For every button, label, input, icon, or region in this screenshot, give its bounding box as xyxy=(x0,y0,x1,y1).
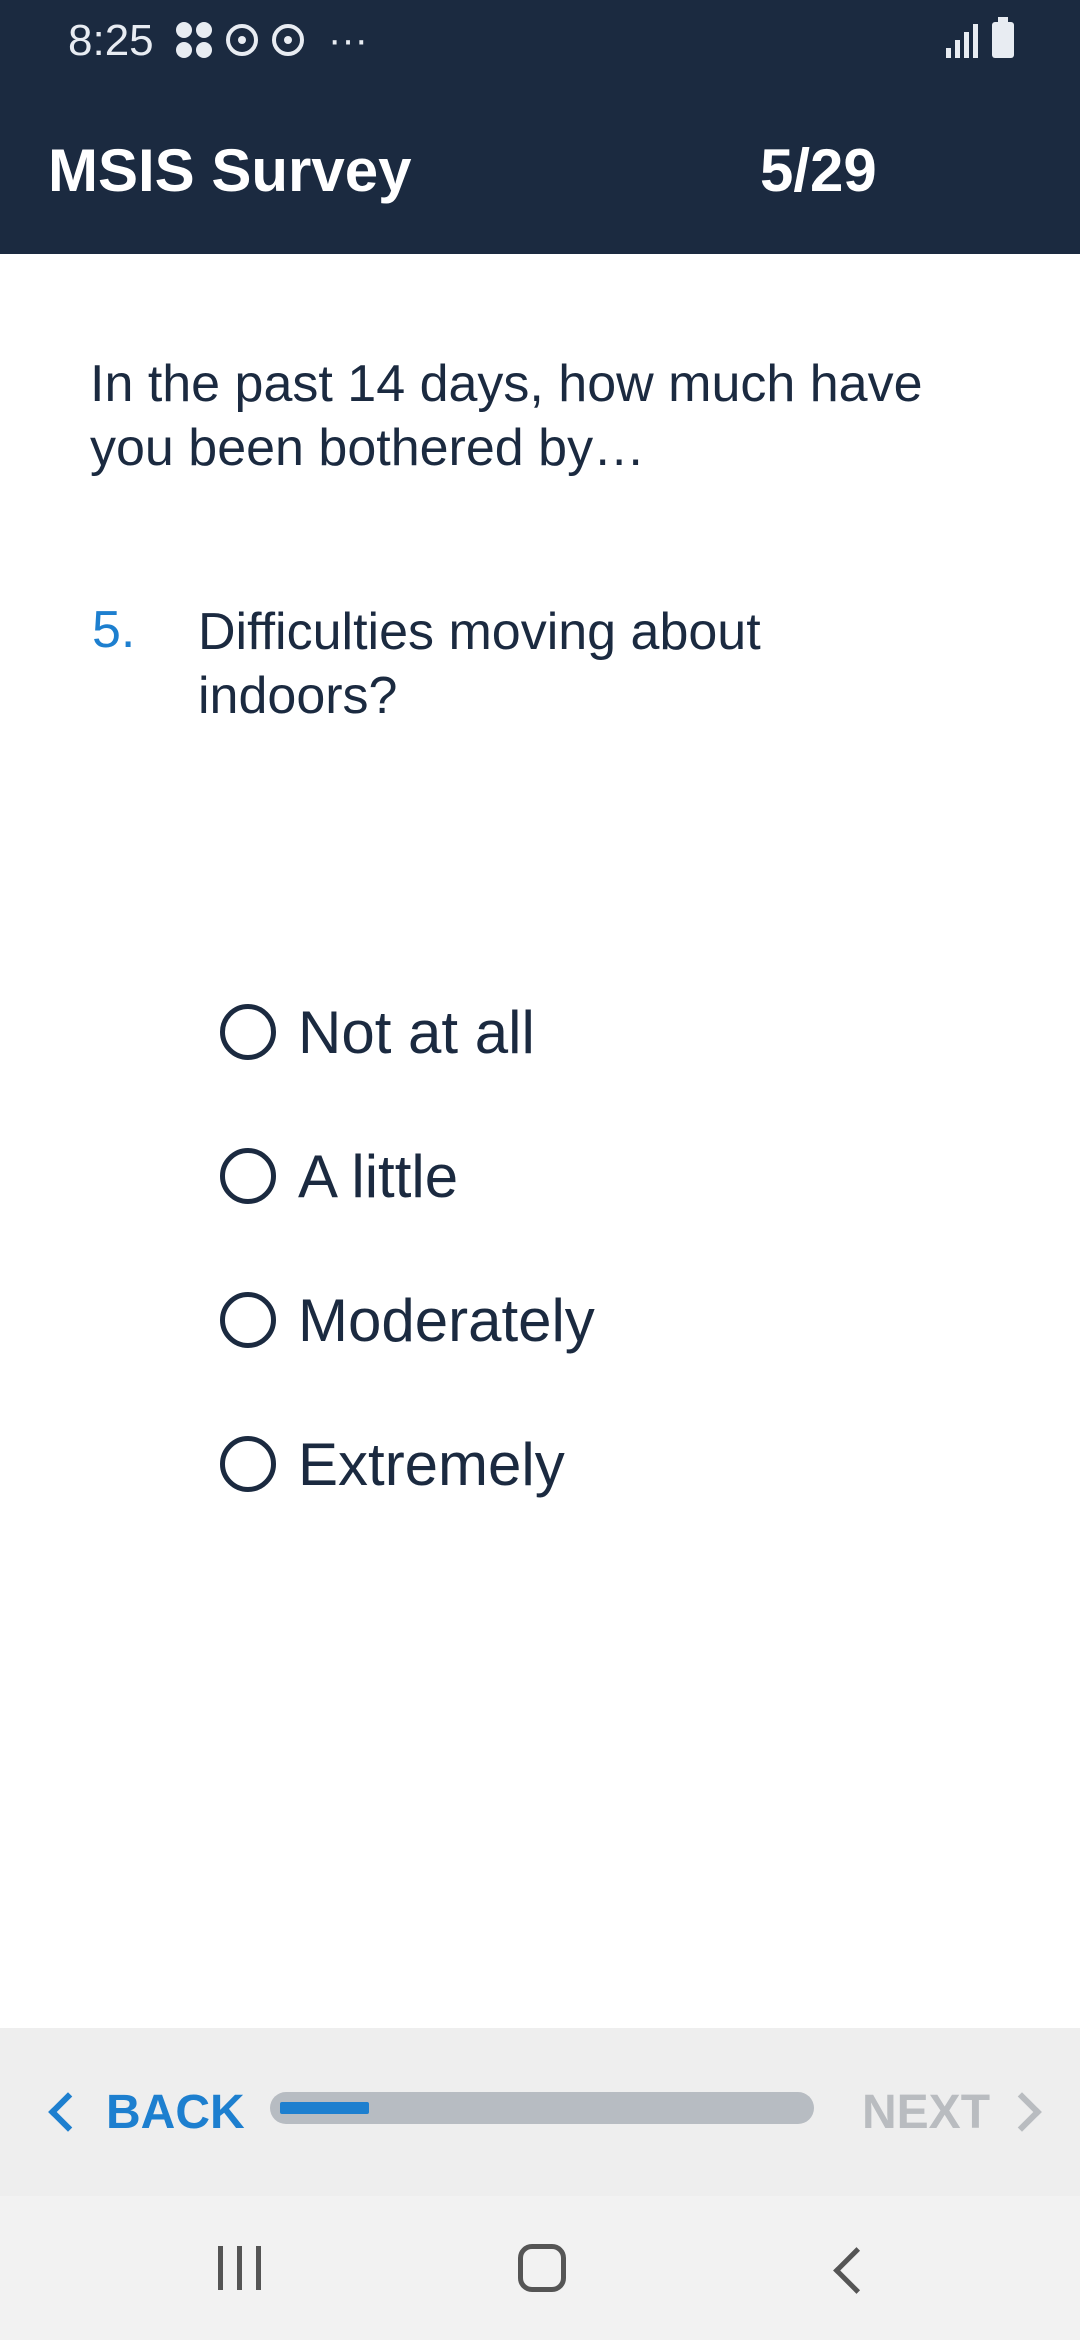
question-counter: 5/29 xyxy=(760,137,877,204)
option-label: Moderately xyxy=(298,1286,595,1354)
radio-button-icon[interactable] xyxy=(220,1148,276,1204)
sync-icon xyxy=(272,24,304,56)
back-button[interactable]: BACK xyxy=(48,2078,245,2146)
option-not-at-all[interactable]: Not at all xyxy=(220,960,595,1104)
battery-icon xyxy=(992,17,1014,58)
system-nav-bar xyxy=(0,2196,1080,2340)
app-header: 8:25 ··· MSIS Survey 5/29 xyxy=(0,0,1080,254)
next-button[interactable]: NEXT xyxy=(862,2078,1042,2146)
option-label: A little xyxy=(298,1142,459,1210)
option-extremely[interactable]: Extremely xyxy=(220,1392,595,1536)
radio-button-icon[interactable] xyxy=(220,1004,276,1060)
status-icons: ··· xyxy=(176,18,368,62)
option-moderately[interactable]: Moderately xyxy=(220,1248,595,1392)
back-label: BACK xyxy=(106,2085,245,2139)
next-label: NEXT xyxy=(862,2085,991,2139)
question-text: Difficulties moving about indoors? xyxy=(198,603,761,725)
home-icon[interactable] xyxy=(518,2244,566,2292)
more-icon: ··· xyxy=(328,18,368,62)
status-time: 8:25 xyxy=(68,16,154,65)
option-a-little[interactable]: A little xyxy=(220,1104,595,1248)
radio-button-icon[interactable] xyxy=(220,1436,276,1492)
question-number: 5. xyxy=(92,601,136,659)
system-back-icon[interactable] xyxy=(833,2247,880,2294)
chevron-right-icon xyxy=(1002,2092,1042,2132)
apps-icon xyxy=(176,22,212,58)
option-label: Not at all xyxy=(298,998,535,1066)
option-label: Extremely xyxy=(298,1430,565,1498)
answer-options: Not at all A little Moderately Extremely xyxy=(220,960,595,1536)
page-title: MSIS Survey xyxy=(48,137,412,204)
radio-button-icon[interactable] xyxy=(220,1292,276,1348)
system-icons xyxy=(946,17,1014,58)
signal-icon xyxy=(946,22,978,58)
question-intro: In the past 14 days, how much have you b… xyxy=(90,355,923,477)
chevron-left-icon xyxy=(48,2092,88,2132)
survey-progress-bar xyxy=(270,2092,814,2124)
recent-apps-icon[interactable] xyxy=(218,2246,261,2290)
progress-fill xyxy=(280,2102,369,2114)
sync-icon xyxy=(226,24,258,56)
